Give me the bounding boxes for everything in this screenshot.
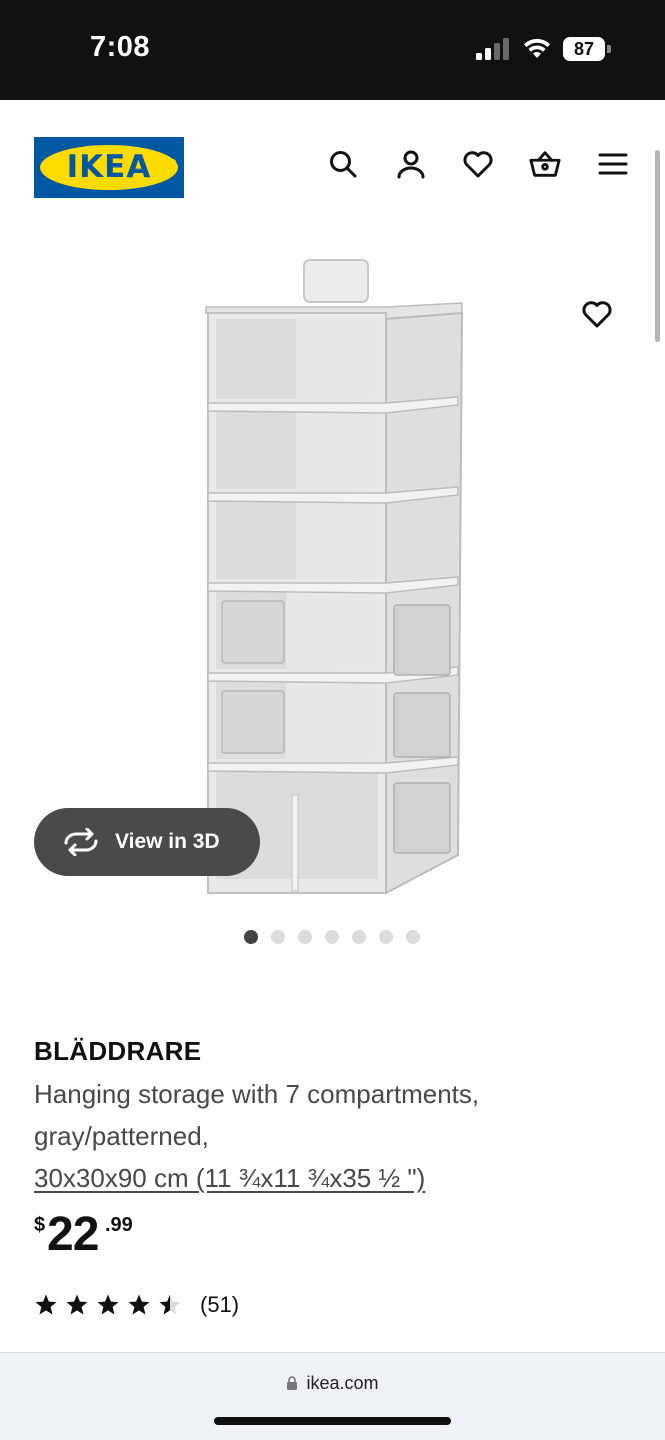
star-icon — [159, 1294, 181, 1315]
search-button[interactable] — [326, 147, 360, 181]
status-time: 7:08 — [90, 31, 151, 63]
shopping-bag-icon — [529, 151, 561, 177]
star-icon — [35, 1294, 57, 1315]
menu-button[interactable] — [596, 147, 630, 181]
url-text: ikea.com — [306, 1373, 379, 1393]
price-currency: $ — [34, 1214, 46, 1236]
carousel-dot[interactable] — [406, 930, 420, 944]
heart-outline-icon — [582, 301, 612, 328]
search-icon — [330, 151, 357, 178]
carousel-dot[interactable] — [244, 930, 258, 944]
carousel-dot[interactable] — [298, 930, 312, 944]
view-in-3d-label: View in 3D — [115, 830, 220, 853]
shopping-bag-button[interactable] — [528, 147, 562, 181]
star-icon — [128, 1294, 150, 1315]
url-display[interactable]: ikea.com — [0, 1373, 665, 1394]
account-icon — [397, 150, 425, 179]
star-icon — [66, 1294, 88, 1315]
battery-level: 87 — [573, 39, 595, 59]
carousel-dot[interactable] — [271, 930, 285, 944]
star-icon — [97, 1294, 119, 1315]
lock-icon — [287, 1376, 298, 1390]
menu-hamburger-icon — [598, 153, 628, 175]
carousel-dot[interactable] — [379, 930, 393, 944]
price-decimal: .99 — [105, 1214, 133, 1236]
rating-stars — [34, 1293, 182, 1317]
product-name: BLÄDDRARE — [34, 1036, 202, 1066]
image-carousel-dots — [244, 930, 420, 944]
status-bar: 7:08 87 — [0, 0, 665, 100]
battery-indicator: 87 — [563, 37, 611, 61]
carousel-dot[interactable] — [325, 930, 339, 944]
product-image[interactable] — [196, 255, 471, 900]
logo-text: IKEA — [66, 149, 152, 185]
account-button[interactable] — [394, 147, 428, 181]
favorites-heart-icon — [463, 151, 493, 178]
site-header: IKEA — [0, 100, 665, 230]
price-integer: 22 — [47, 1208, 99, 1261]
page-scrollbar[interactable] — [655, 150, 660, 342]
view-in-3d-button[interactable]: View in 3D — [34, 808, 260, 876]
browser-address-bar[interactable]: ikea.com — [0, 1352, 665, 1440]
favorites-button[interactable] — [461, 147, 495, 181]
home-indicator[interactable] — [214, 1417, 451, 1425]
wifi-icon — [524, 38, 550, 58]
ikea-logo[interactable]: IKEA — [34, 137, 184, 198]
rating-count: (51) — [200, 1292, 240, 1317]
cellular-signal-icon — [476, 38, 509, 60]
carousel-dot[interactable] — [352, 930, 366, 944]
product-description: Hanging storage with 7 compartments, gra… — [34, 1079, 480, 1151]
favorite-button[interactable] — [578, 295, 616, 333]
product-size-link[interactable]: 30x30x90 cm (11 ¾x11 ¾x35 ½ ") — [34, 1157, 425, 1199]
rotate-3d-icon — [64, 828, 98, 856]
product-rating[interactable]: (51) — [34, 1290, 239, 1320]
